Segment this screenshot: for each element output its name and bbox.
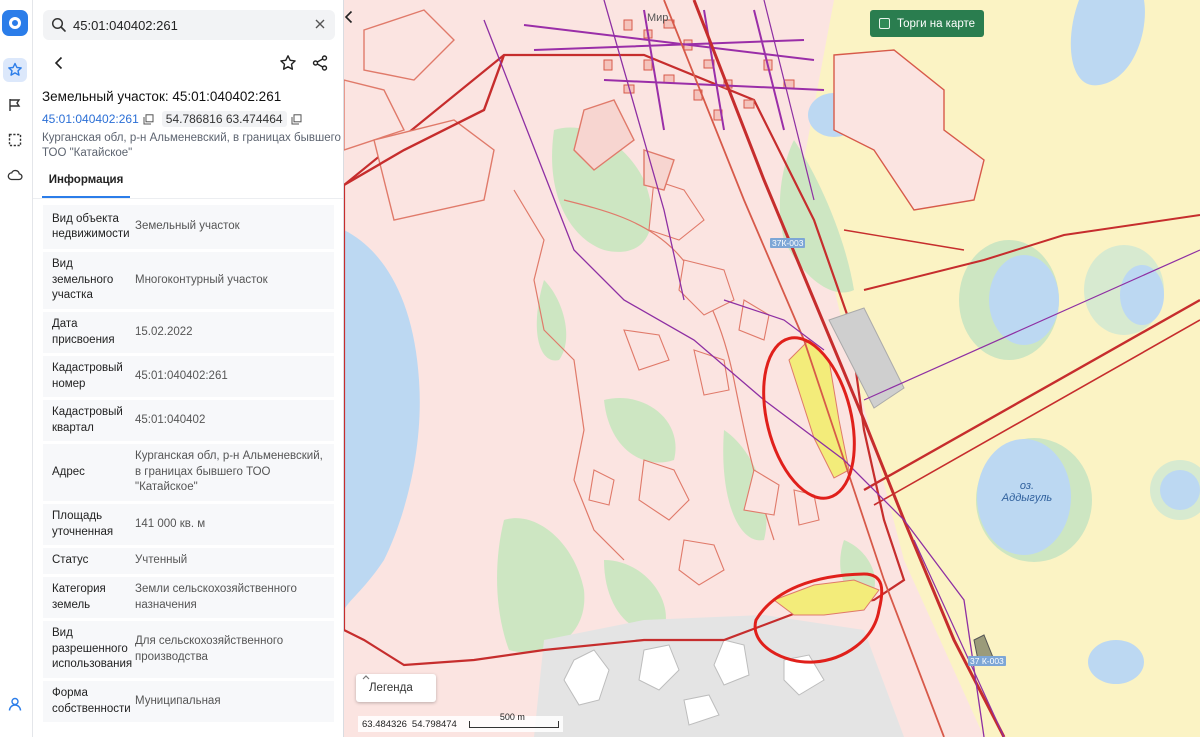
info-key: Вид земельного участка (52, 258, 114, 302)
search-box (43, 10, 335, 40)
clear-search-icon[interactable] (313, 17, 327, 31)
scale-label: 500 m (499, 711, 525, 722)
cloud-icon[interactable] (3, 163, 27, 187)
info-key: Вид объекта недвижимости (52, 212, 130, 241)
info-row-address: Адрес Курганская обл, р-н Альменевский, … (43, 444, 334, 501)
checkbox-icon[interactable] (879, 18, 890, 29)
info-key: Кадастровый квартал (52, 406, 123, 434)
info-value: Многоконтурный участок (135, 273, 268, 286)
cursor-lon: 63.484326 (362, 718, 407, 730)
chevron-up-icon (362, 675, 370, 680)
info-row-cadastral-quarter: Кадастровый квартал 45:01:040402 (43, 400, 334, 441)
road-label: 37 К-003 (968, 656, 1006, 666)
info-row-land-category: Категория земель Земли сельскохозяйствен… (43, 577, 334, 618)
favorites-star-icon[interactable] (3, 58, 27, 82)
page-title: Земельный участок: 45:01:040402:261 (42, 89, 282, 104)
back-arrow-icon[interactable] (51, 55, 67, 71)
info-value: Муниципальная (135, 694, 221, 707)
copy-coordinates-icon[interactable] (291, 113, 302, 125)
info-value: Для сельскохозяйственного производства (135, 635, 284, 663)
chevron-left-icon (344, 10, 353, 24)
legend-button[interactable]: Легенда (356, 674, 436, 702)
info-key: Адрес (52, 465, 85, 478)
info-value: 15.02.2022 (135, 325, 193, 338)
object-address: Курганская обл, р-н Альменевский, в гран… (42, 132, 341, 159)
map-canvas[interactable]: Мир 37К-003 37 К-003 оз. Аддыгуль Торги … (344, 0, 1200, 737)
info-row-cadastral-number: Кадастровый номер 45:01:040402:261 (43, 356, 334, 397)
info-value: Учтенный (135, 554, 188, 567)
favorite-star-icon[interactable] (279, 54, 297, 72)
info-value: Курганская обл, р-н Альменевский, в гран… (135, 450, 323, 494)
tab-information[interactable]: Информация (42, 172, 130, 198)
info-key: Вид разрешенного использования (52, 627, 133, 671)
info-key: Площадь уточненная (52, 510, 114, 538)
info-value: Земельный участок (135, 220, 240, 233)
lake-label: оз. Аддыгуль (1001, 480, 1053, 504)
share-icon[interactable] (311, 54, 329, 72)
parcel-tools-icon[interactable] (3, 93, 27, 117)
scale-bar: 63.484326 54.798474 500 m (358, 712, 563, 732)
select-area-icon[interactable] (3, 128, 27, 152)
info-value: 45:01:040402:261 (135, 369, 228, 382)
info-row-parcel-type: Вид земельного участка Многоконтурный уч… (43, 252, 334, 309)
auctions-label: Торги на карте (897, 17, 976, 30)
left-rail (0, 0, 33, 737)
info-value: 141 000 кв. м (135, 517, 206, 530)
search-input[interactable] (73, 16, 303, 34)
scale-ruler: 500 m (468, 712, 559, 728)
tab-divider (33, 198, 343, 199)
user-profile-icon[interactable] (3, 692, 27, 716)
legend-label: Легенда (369, 682, 413, 694)
cadastral-number-link[interactable]: 45:01:040402:261 (42, 112, 139, 126)
info-table: Вид объекта недвижимости Земельный участ… (43, 205, 334, 725)
info-key: Форма собственности (52, 687, 131, 715)
town-label: Мир (647, 12, 669, 24)
collapse-panel-button[interactable] (344, 10, 362, 34)
info-key: Дата присвоения (52, 318, 115, 346)
info-row-assign-date: Дата присвоения 15.02.2022 (43, 312, 334, 353)
copy-icon[interactable] (143, 113, 154, 125)
auctions-on-map-toggle[interactable]: Торги на карте (870, 10, 984, 37)
cadastral-coords-row: 45:01:040402:261 54.786816 63.474464 (42, 111, 310, 127)
info-key: Кадастровый номер (52, 362, 123, 390)
map-graphics (344, 0, 1200, 737)
info-row-area: Площадь уточненная 141 000 кв. м (43, 504, 334, 545)
object-info-panel: Земельный участок: 45:01:040402:261 45:0… (33, 0, 344, 737)
info-value: 45:01:040402 (135, 413, 206, 426)
search-icon (51, 17, 66, 32)
info-row-permitted-use: Вид разрешенного использования Для сельс… (43, 621, 334, 678)
cursor-lat: 54.798474 (411, 718, 457, 730)
info-key: Категория земель (52, 583, 106, 611)
info-row-object-type: Вид объекта недвижимости Земельный участ… (43, 205, 334, 249)
info-value: Земли сельскохозяйственного назначения (135, 583, 297, 611)
app-logo-icon[interactable] (2, 10, 28, 36)
road-label: 37К-003 (770, 238, 806, 248)
info-row-status: Статус Учтенный (43, 548, 334, 574)
info-key: Статус (52, 554, 89, 567)
coordinates-value: 54.786816 63.474464 (161, 111, 287, 127)
info-row-ownership: Форма собственности Муниципальная (43, 681, 334, 722)
